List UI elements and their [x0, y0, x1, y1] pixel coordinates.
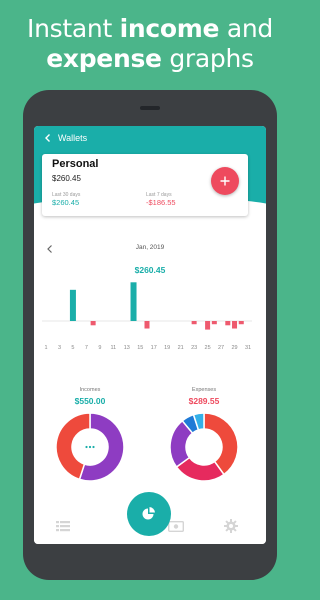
pie-chart-icon — [142, 507, 155, 520]
expense-bar[interactable] — [211, 321, 217, 325]
x-tick-label: 17 — [151, 345, 157, 351]
income-bar[interactable] — [69, 289, 76, 321]
month-label: Jan, 2019 — [135, 244, 165, 251]
app-screen: Wallets Personal $260.45 Last 30 days $2… — [34, 126, 266, 544]
x-tick-label: 9 — [98, 345, 101, 351]
income-bar[interactable] — [130, 282, 137, 321]
x-tick-label: 19 — [164, 345, 170, 351]
expense-bar[interactable] — [144, 321, 150, 329]
x-tick-label: 31 — [245, 345, 251, 351]
charts-nav-button[interactable] — [127, 492, 171, 536]
headline-text: Instant — [27, 14, 120, 43]
wallet-card[interactable]: Personal $260.45 Last 30 days $260.45 La… — [42, 154, 248, 216]
last-30-days-value: $260.45 — [52, 198, 80, 207]
headline-bold: income — [119, 14, 220, 43]
add-transaction-button[interactable] — [211, 167, 239, 195]
headline: Instant income and expense graphs — [0, 14, 300, 74]
expense-bar[interactable] — [205, 321, 211, 330]
period-total: $260.45 — [134, 265, 166, 275]
expense-bar[interactable] — [90, 321, 96, 326]
x-tick-label: 11 — [110, 345, 116, 351]
x-tick-label: 13 — [124, 345, 130, 351]
x-tick-label: 25 — [205, 345, 211, 351]
headline-bold: expense — [46, 44, 162, 73]
expenses-donut-chart[interactable] — [169, 412, 239, 482]
wallet-balance: $260.45 — [52, 174, 81, 183]
x-tick-label: 7 — [85, 345, 88, 351]
expense-bar[interactable] — [232, 321, 238, 329]
plus-icon — [220, 176, 230, 186]
wallet-name: Personal — [52, 158, 99, 170]
list-icon[interactable] — [54, 517, 72, 535]
headline-line-1: Instant income and — [0, 14, 300, 44]
headline-text: and — [219, 14, 273, 43]
x-tick-label: 3 — [58, 345, 61, 351]
x-tick-label: 29 — [231, 345, 237, 351]
x-tick-label: 15 — [137, 345, 143, 351]
x-tick-label: 27 — [218, 345, 224, 351]
expense-bar[interactable] — [225, 321, 231, 326]
app-bar: Wallets — [34, 126, 266, 150]
phone-frame: Wallets Personal $260.45 Last 30 days $2… — [23, 90, 277, 580]
gear-icon[interactable] — [222, 517, 240, 535]
phone-speaker — [140, 106, 160, 110]
period-selector: Jan, 2019 — [34, 241, 266, 257]
x-tick-label: 21 — [178, 345, 184, 351]
expenses-value: $289.55 — [188, 396, 220, 406]
headline-line-2: expense graphs — [0, 44, 300, 74]
last-7-days-value: -$186.55 — [146, 198, 176, 207]
expense-bar[interactable] — [238, 321, 244, 325]
x-tick-label: 23 — [191, 345, 197, 351]
x-tick-label: 1 — [44, 345, 47, 351]
incomes-label: Incomes — [79, 387, 101, 393]
daily-balance-chart: 1 3 5 7 9 11 13 15 17 19 21 23 25 27 29 31 — [42, 282, 252, 351]
headline-text: graphs — [161, 44, 254, 73]
back-arrow-icon[interactable] — [38, 126, 58, 150]
x-tick-label: 5 — [71, 345, 74, 351]
page-title: Wallets — [58, 133, 88, 143]
expense-bar[interactable] — [191, 321, 197, 325]
incomes-value: $550.00 — [74, 396, 106, 406]
expenses-label: Expenses — [191, 387, 217, 393]
more-dots-icon[interactable] — [80, 443, 100, 451]
